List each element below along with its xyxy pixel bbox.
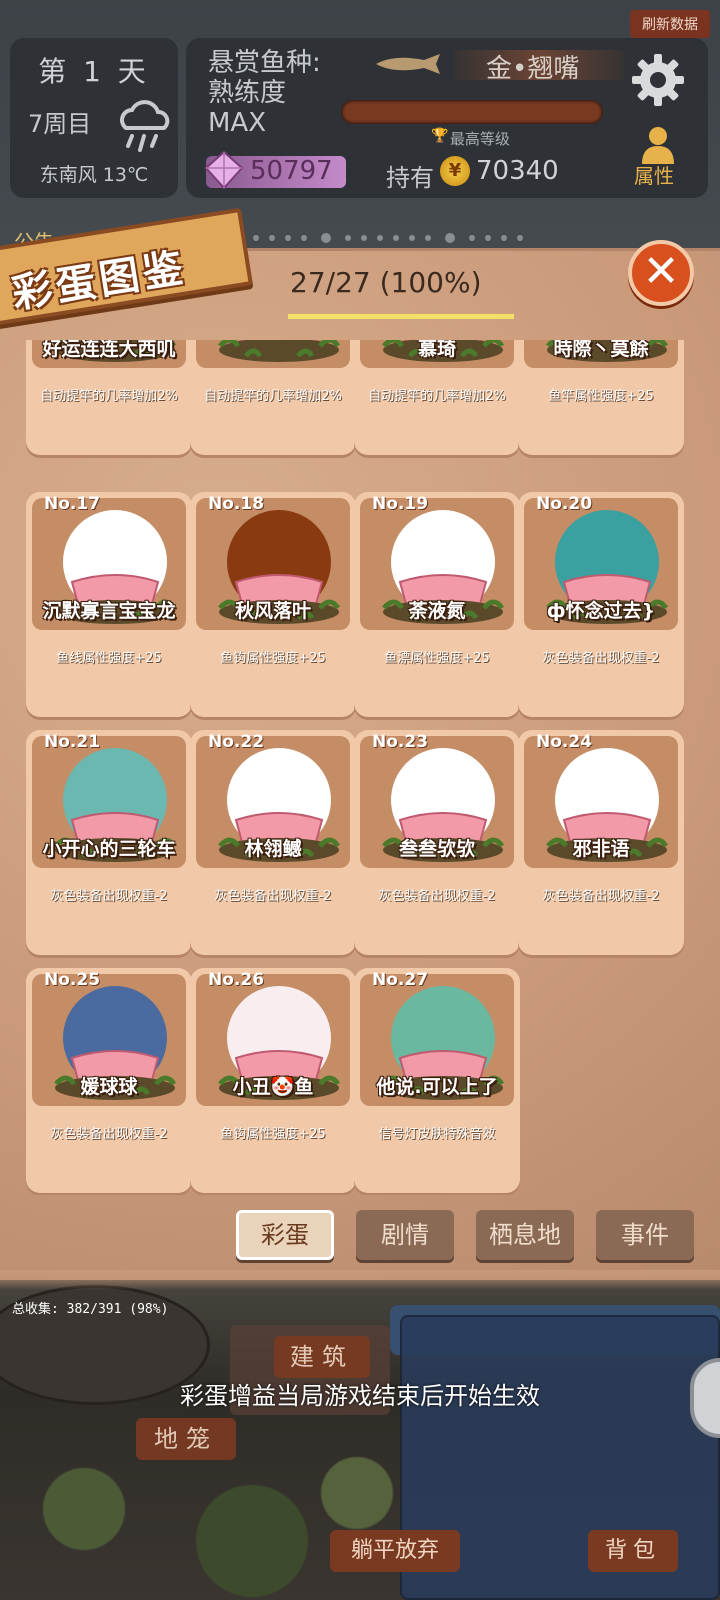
tab-easter-eggs[interactable]: 彩蛋 — [236, 1210, 334, 1260]
hold-label: 持有 — [386, 164, 434, 192]
egg-card-description: 鱼漂属性强度+25 — [384, 651, 490, 666]
egg-card-description: 灰色装备出现权重-2 — [50, 1127, 168, 1142]
max-level-label: 最高等级 — [449, 130, 510, 148]
egg-card-description: 鱼钩属性强度+25 — [220, 1127, 326, 1142]
egg-card-name: 叁叁欤欤 — [398, 838, 475, 860]
rain-cloud-icon — [120, 100, 170, 152]
egg-card-description: 自动提竿的几率增加2% — [40, 389, 178, 404]
egg-card-name: 時際丶莫餘 — [553, 340, 649, 360]
tab-events[interactable]: 事件 — [596, 1210, 694, 1260]
egg-card-number: No.17 — [44, 494, 101, 514]
egg-card-name: 小丑🤡鱼 — [232, 1076, 314, 1098]
total-collection-text: 总收集: 382/391 (98%) — [12, 1302, 169, 1317]
egg-card[interactable]: No.23 叁叁欤欤灰色装备出现权重-2 — [354, 730, 520, 955]
egg-card-name: 秋风落叶 — [234, 600, 311, 622]
egg-card[interactable]: No.21 小开心的三轮车灰色装备出现权重-2 — [26, 730, 192, 955]
week-counter: 7周目 — [28, 110, 92, 138]
egg-card[interactable]: No.19 荼液氮鱼漂属性强度+25 — [354, 492, 520, 717]
egg-card[interactable]: No.22 林翎鳡灰色装备出现权重-2 — [190, 730, 356, 955]
egg-card[interactable]: No.27 他说.可以上了信号灯皮肤特殊音效 — [354, 968, 520, 1193]
egg-card-description: 自动提竿的几率增加2% — [204, 389, 342, 404]
egg-card-description: 自动提竿的几率增加2% — [368, 389, 506, 404]
egg-card-number: No.25 — [44, 970, 101, 990]
egg-card-description: 灰色装备出现权重-2 — [542, 889, 660, 904]
egg-card[interactable]: No.17 沉默寡言宝宝龙鱼线属性强度+25 — [26, 492, 192, 717]
nest-icon — [218, 340, 341, 362]
egg-card-name: 邪非语 — [572, 838, 630, 860]
collection-count-underline — [288, 314, 514, 319]
egg-card-name: 荼液氮 — [408, 600, 466, 622]
coin-icon: ¥ — [440, 156, 470, 186]
bounty-fish-icon — [376, 54, 440, 74]
bounty-fish-name: 金•翘嘴 — [486, 54, 580, 84]
tab-story[interactable]: 剧情 — [356, 1210, 454, 1260]
effect-note-text: 彩蛋增益当局游戏结束后开始生效 — [180, 1382, 540, 1410]
egg-card[interactable]: 時際丶莫餘鱼竿属性强度+25 — [518, 340, 684, 455]
egg-card[interactable]: 慕琦自动提竿的几率增加2% — [354, 340, 520, 455]
egg-card-name: 好运连连大西叽 — [42, 340, 176, 360]
egg-card-description: 灰色装备出现权重-2 — [214, 889, 332, 904]
egg-card-description: 鱼竿属性强度+25 — [548, 389, 654, 404]
close-button[interactable]: ✕ — [628, 240, 694, 306]
bounty-label-line1: 悬赏鱼种: — [208, 48, 321, 78]
egg-card-description: 灰色装备出现权重-2 — [50, 889, 168, 904]
gem-amount: 50797 — [250, 156, 333, 186]
egg-card[interactable]: No.18 秋风落叶鱼钩属性强度+25 — [190, 492, 356, 717]
collection-count: 27/27 (100%) — [290, 266, 482, 299]
egg-card-name: 媛球球 — [80, 1076, 138, 1098]
egg-card[interactable]: 好运连连大西叽自动提竿的几率增加2% — [26, 340, 192, 455]
egg-card-name: 他说.可以上了 — [376, 1076, 498, 1098]
egg-card-number: No.24 — [536, 732, 593, 752]
egg-card-name: 沉默寡言宝宝龙 — [42, 600, 176, 622]
egg-card-name: ф怀念过去} — [546, 600, 656, 622]
egg-card-description: 灰色装备出现权重-2 — [378, 889, 496, 904]
bounty-label-line2: 熟练度 — [208, 78, 287, 108]
build-button[interactable]: 建筑 — [274, 1336, 370, 1378]
refresh-data-button[interactable]: 刷新数据 — [630, 10, 710, 38]
egg-card-name: 小开心的三轮车 — [42, 838, 176, 860]
gear-icon[interactable] — [630, 52, 686, 108]
egg-card-number: No.21 — [44, 732, 101, 752]
egg-card-number: No.22 — [208, 732, 265, 752]
fish-cage-button[interactable]: 地笼 — [136, 1418, 236, 1460]
bag-button[interactable]: 背包 — [588, 1530, 678, 1572]
egg-card[interactable]: No.24 邪非语灰色装备出现权重-2 — [518, 730, 684, 955]
egg-card-description: 鱼钩属性强度+25 — [220, 651, 326, 666]
egg-card-name: 林翎鳡 — [244, 838, 302, 860]
egg-card-description: 鱼线属性强度+25 — [56, 651, 162, 666]
egg-card[interactable]: No.26 小丑🤡鱼鱼钩属性强度+25 — [190, 968, 356, 1193]
give-up-button[interactable]: 躺平放弃 — [330, 1530, 460, 1572]
day-counter: 第 1 天 — [38, 55, 150, 88]
bounty-label: 悬赏鱼种: 熟练度 MAX — [208, 48, 348, 138]
gem-icon — [204, 150, 244, 190]
egg-card-number: No.23 — [372, 732, 429, 752]
egg-card[interactable]: No.20 ф怀念过去} 灰色装备出现权重-2 — [518, 492, 684, 717]
attributes-button[interactable]: 属性 — [634, 160, 674, 189]
egg-card-number: No.26 — [208, 970, 265, 990]
day-weather-panel: 第 1 天 7周目 东南风 13℃ — [10, 38, 178, 198]
coin-amount: 70340 — [476, 156, 559, 186]
person-icon[interactable] — [638, 124, 678, 164]
egg-card-number: No.27 — [372, 970, 429, 990]
bounty-label-line3: MAX — [208, 108, 267, 138]
wind-temperature: 东南风 13℃ — [39, 164, 149, 186]
bounty-panel: 悬赏鱼种: 熟练度 MAX 金•翘嘴 🏆 最高等级 50797 持有 ¥ 703… — [186, 38, 708, 198]
egg-card-number: No.20 — [536, 494, 593, 514]
egg-card-number: No.18 — [208, 494, 265, 514]
tab-habitat[interactable]: 栖息地 — [476, 1210, 574, 1260]
egg-card-name: 慕琦 — [417, 340, 456, 360]
scene-leaves — [0, 1445, 420, 1600]
proficiency-bar — [341, 100, 603, 124]
egg-card[interactable]: No.25 媛球球灰色装备出现权重-2 — [26, 968, 192, 1193]
egg-card-number: No.19 — [372, 494, 429, 514]
egg-card[interactable]: 自动提竿的几率增加2% — [190, 340, 356, 455]
card-grid[interactable]: 好运连连大西叽 自动提竿的几率增加2% 自动提竿的几率增加2% 慕琦 自动提竿的几率增加… — [0, 340, 720, 1195]
egg-card-description: 信号灯皮肤特殊音效 — [378, 1127, 496, 1142]
egg-card-description: 灰色装备出现权重-2 — [542, 651, 660, 666]
